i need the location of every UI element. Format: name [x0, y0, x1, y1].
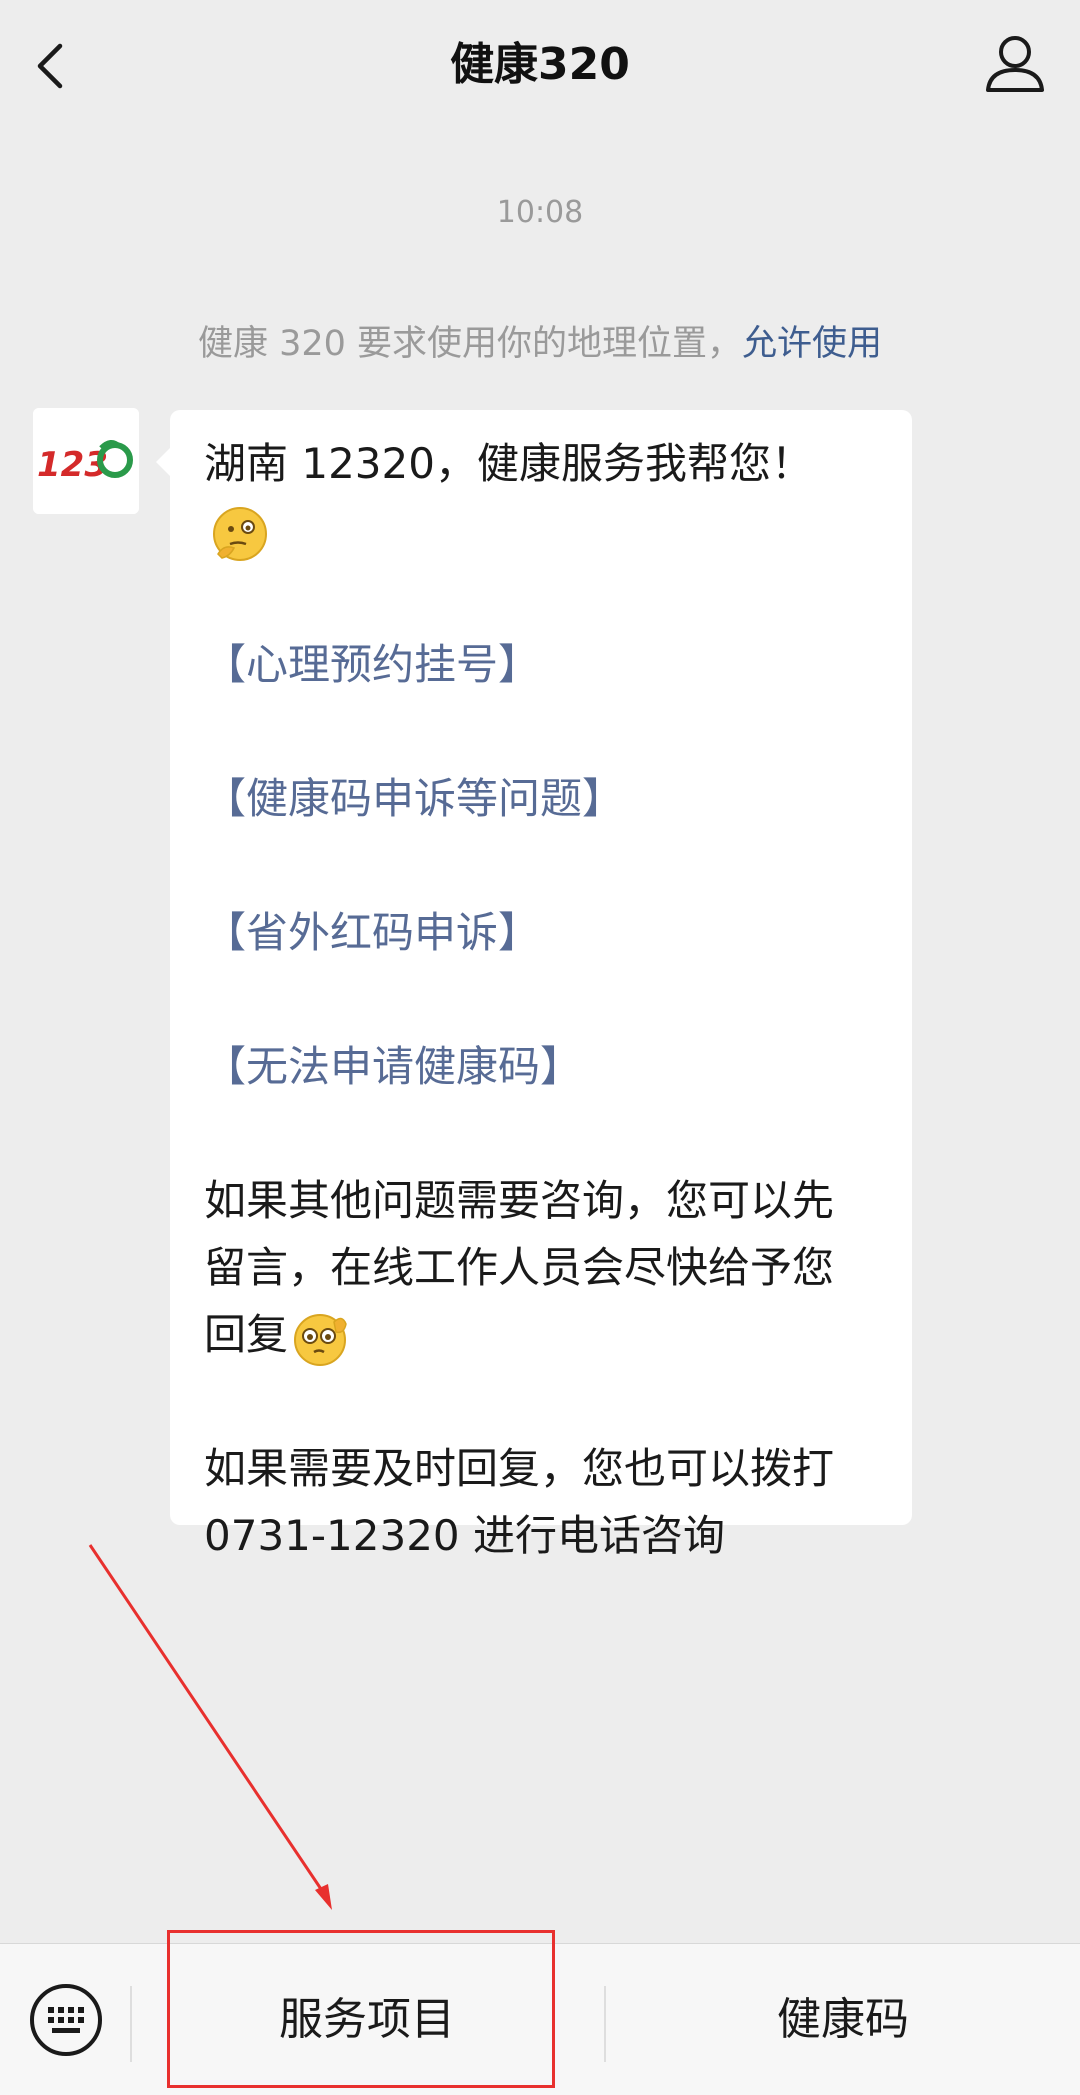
bottom-menu-bar: 服务项目 健康码 [0, 1943, 1080, 2095]
thinking-emoji-icon [213, 506, 267, 561]
greeting-text: 湖南 12320，健康服务我帮您！ [204, 439, 813, 488]
phone-paragraph: 如果需要及时回复，您也可以拨打 0731-12320 进行电话咨询 [204, 1435, 878, 1569]
link-cannot-apply-code[interactable]: 【无法申请健康码】 [204, 1033, 878, 1100]
consult-line-1: 如果其他问题需要咨询，您可以先 [204, 1176, 835, 1225]
link-health-code-appeal[interactable]: 【健康码申诉等问题】 [204, 765, 878, 832]
profile-button[interactable] [980, 30, 1050, 100]
menu-service-items[interactable]: 服务项目 [132, 1944, 602, 2095]
logo-12320-icon: 123 [33, 408, 139, 514]
message-timestamp: 10:08 [496, 195, 584, 230]
phone-line-2: 0731-12320 进行电话咨询 [204, 1511, 726, 1560]
greeting-line: 湖南 12320，健康服务我帮您！ [204, 430, 878, 564]
page-title: 健康320 [450, 39, 630, 90]
svg-text:123: 123 [37, 445, 108, 485]
location-permission-notice: 健康 320 要求使用你的地理位置，允许使用 [0, 315, 1080, 366]
back-button[interactable] [30, 30, 80, 100]
phone-line-1: 如果需要及时回复，您也可以拨打 [204, 1444, 835, 1493]
allow-location-link[interactable]: 允许使用 [742, 324, 882, 364]
link-psych-appointment[interactable]: 【心理预约挂号】 [204, 631, 878, 698]
consult-line-3: 回复 [204, 1310, 289, 1359]
link-out-province-red-code[interactable]: 【省外红码申诉】 [204, 899, 878, 966]
pleading-emoji-icon [294, 1313, 347, 1366]
navigation-header: 健康320 [0, 0, 1080, 130]
message-bubble: 湖南 12320，健康服务我帮您！ 【心理预约挂号】 【健康码申诉等问题】 【省… [156, 410, 912, 1560]
consult-line-2: 留言，在线工作人员会尽快给予您 [204, 1243, 835, 1292]
menu-health-code[interactable]: 健康码 [606, 1944, 1080, 2095]
consult-paragraph: 如果其他问题需要咨询，您可以先 留言，在线工作人员会尽快给予您 回复 [204, 1167, 878, 1368]
chevron-left-icon [37, 43, 63, 89]
location-notice-text: 健康 320 要求使用你的地理位置， [197, 324, 743, 364]
keyboard-icon [30, 1984, 102, 2056]
keyboard-toggle-button[interactable] [28, 1982, 104, 2058]
avatar[interactable]: 123 [33, 408, 139, 514]
user-icon [986, 36, 1044, 92]
